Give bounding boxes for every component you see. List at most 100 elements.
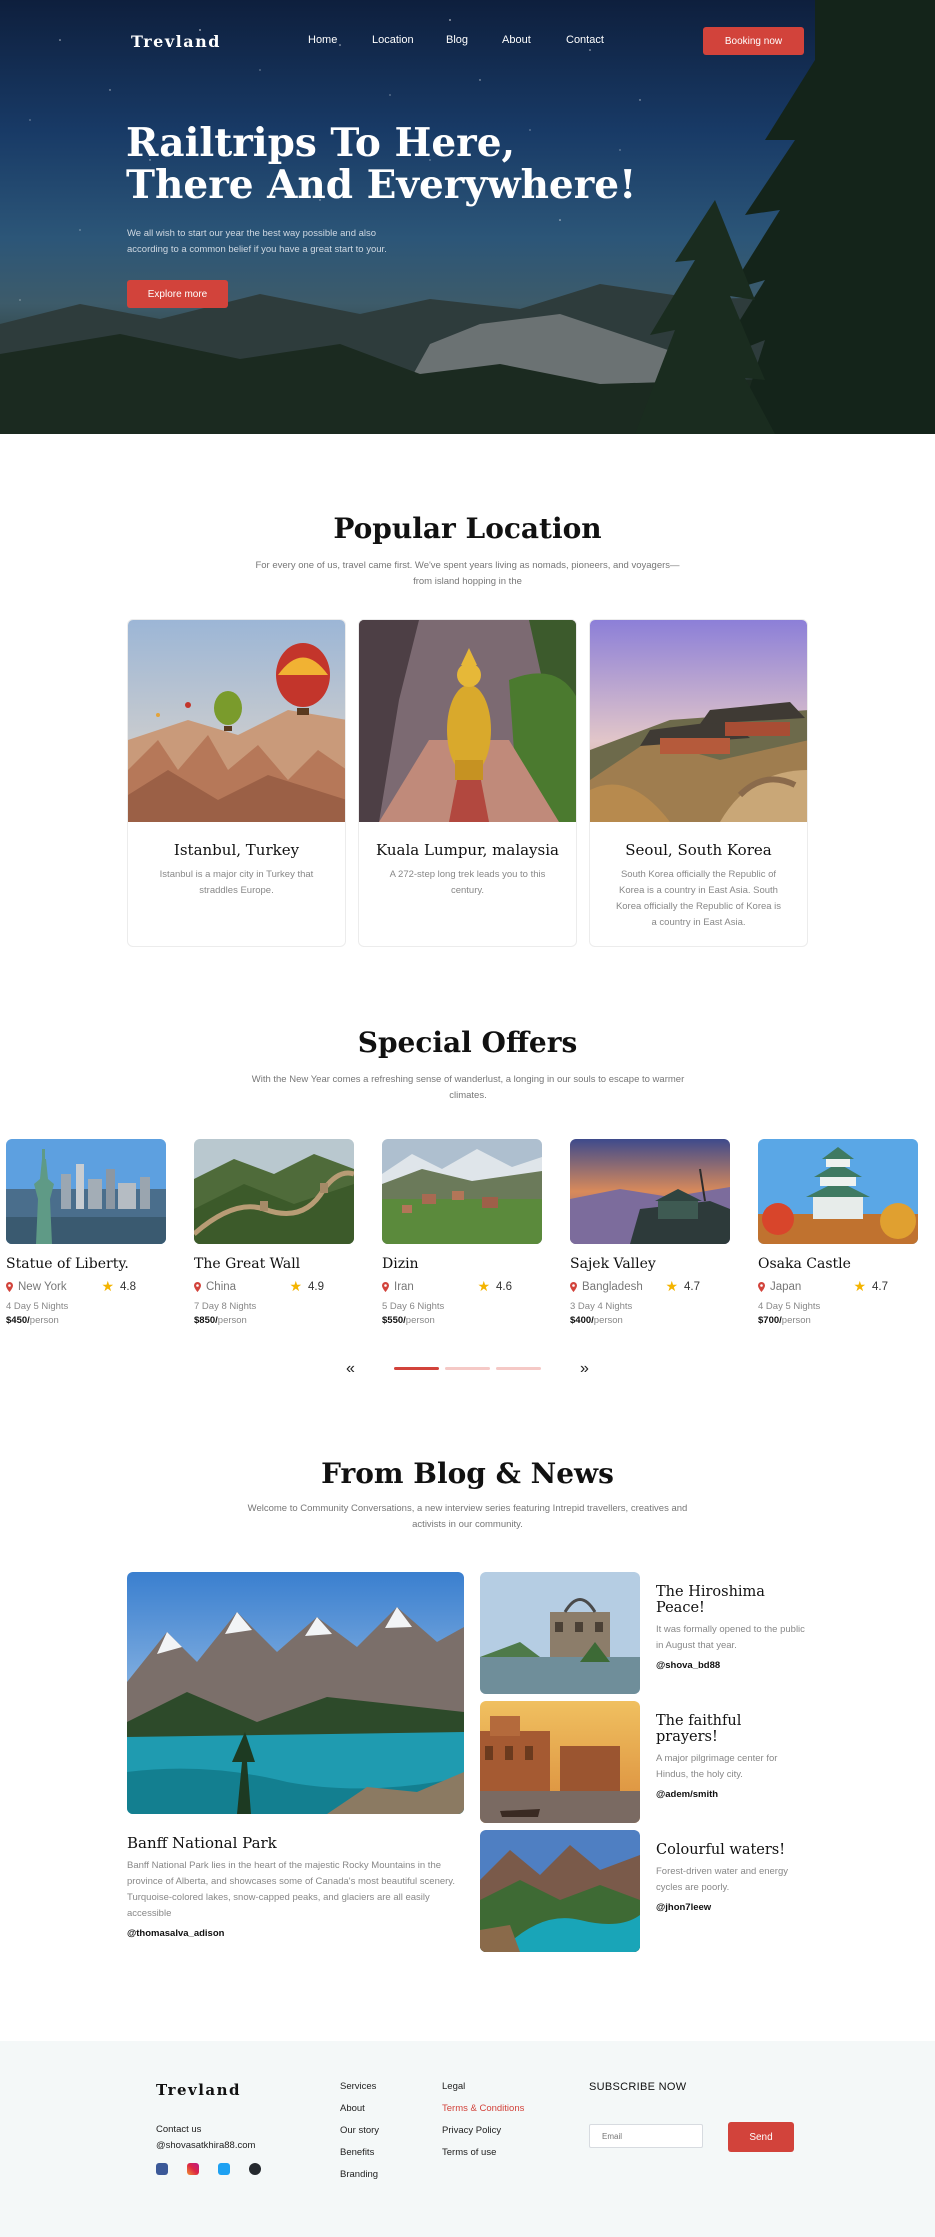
footer-link-terms-of-use[interactable]: Terms of use [442,2147,524,2169]
location-card-kuala-lumpur[interactable]: Kuala Lumpur, malaysia A 272-step long t… [358,619,577,947]
varanasi-ghats-image [480,1701,640,1823]
nav-link-home[interactable]: Home [308,34,337,46]
offer-rating: 4.8 [120,1280,136,1293]
offer-price-amount: $850/ [194,1315,218,1326]
blog-post-author[interactable]: @jhon7leew [656,1902,806,1913]
offer-card-dizin[interactable]: Dizin Iran ★ 4.6 5 Day 6 Nights $550/pers… [382,1139,542,1326]
star-icon: ★ [289,1278,302,1294]
footer-brand-logo[interactable]: Trevland [156,2081,241,2099]
nav-link-about[interactable]: About [502,34,531,46]
nav-link-contact[interactable]: Contact [566,34,604,46]
github-icon[interactable] [249,2163,261,2175]
offer-location: Japan [770,1280,802,1293]
offer-price-unit: person [217,1315,247,1326]
hiroshima-dome-image [480,1572,640,1694]
offer-card-statue-of-liberty[interactable]: Statue of Liberty. New York ★ 4.8 4 Day 5… [6,1139,166,1326]
offer-rating: 4.6 [496,1280,512,1293]
footer-link-terms-conditions[interactable]: Terms & Conditions [442,2103,524,2125]
offer-location-rating: New York ★ 4.8 [6,1278,166,1295]
blog-featured-post[interactable]: Banff National Park Banff National Park … [127,1572,464,1939]
brand-logo[interactable]: Trevland [131,32,221,51]
offer-card-osaka-castle[interactable]: Osaka Castle Japan ★ 4.7 4 Day 5 Nights $… [758,1139,918,1326]
facebook-icon[interactable] [156,2163,168,2175]
twitter-icon[interactable] [218,2163,230,2175]
sajek-valley-image [570,1139,730,1244]
offer-price-amount: $400/ [570,1315,594,1326]
pagination-dot-active[interactable] [394,1367,439,1370]
footer-link-privacy-policy[interactable]: Privacy Policy [442,2125,524,2147]
location-pin-icon [194,1281,201,1292]
blog-post-title[interactable]: The Hiroshima Peace! [656,1584,806,1616]
location-description: South Korea officially the Republic of K… [615,869,782,928]
footer-link-our-story[interactable]: Our story [340,2125,379,2147]
offer-location-rating: Bangladesh ★ 4.7 [570,1278,730,1295]
footer-link-benefits[interactable]: Benefits [340,2147,379,2169]
offer-location: China [206,1280,237,1293]
blog-post-title[interactable]: The faithful prayers! [656,1713,806,1745]
offer-price-amount: $700/ [758,1315,782,1326]
prev-arrow-button[interactable]: « [346,1360,355,1378]
contact-email[interactable]: @shovasatkhira88.com [156,2138,255,2154]
offer-card-great-wall[interactable]: The Great Wall China ★ 4.9 7 Day 8 Nights… [194,1139,354,1326]
popular-location-subtitle: For every one of us, travel came first. … [255,560,680,587]
next-arrow-button[interactable]: » [580,1360,589,1378]
blog-post-author[interactable]: @adem/smith [656,1789,806,1800]
footer-contact: Contact us @shovasatkhira88.com [156,2122,255,2154]
location-card-seoul[interactable]: Seoul, South Korea South Korea officiall… [589,619,808,947]
featured-post-author[interactable]: @thomasalva_adison [127,1928,464,1939]
offer-duration: 3 Day 4 Nights [570,1301,633,1312]
blog-post-waters[interactable]: Colourful waters! Forest-driven water an… [480,1830,810,1952]
offer-location-rating: Iran ★ 4.6 [382,1278,542,1295]
blog-post-prayers[interactable]: The faithful prayers! A major pilgrimage… [480,1701,810,1823]
offer-price-amount: $450/ [6,1315,30,1326]
statue-of-liberty-image [6,1139,166,1244]
booking-button[interactable]: Booking now [703,27,804,55]
location-card-istanbul[interactable]: Istanbul, Turkey Istanbul is a major cit… [127,619,346,947]
offer-location-rating: Japan ★ 4.7 [758,1278,918,1295]
offer-location-rating: China ★ 4.9 [194,1278,354,1295]
pagination-dot[interactable] [496,1367,541,1370]
subscribe-email-input[interactable] [589,2124,703,2148]
istanbul-balloons-image [128,620,345,822]
mountain-lake-image [480,1830,640,1952]
top-navigation: Trevland Home Location Blog About Contac… [0,26,935,56]
location-pin-icon [570,1281,577,1292]
blog-post-description: Forest-driven water and energy cycles ar… [656,1866,789,1893]
subscribe-send-button[interactable]: Send [728,2122,794,2152]
explore-more-button[interactable]: Explore more [127,280,228,308]
blog-post-title[interactable]: Colourful waters! [656,1842,806,1858]
offers-pagination: « » [0,1360,935,1380]
nav-link-location[interactable]: Location [372,34,414,46]
great-wall-image [194,1139,354,1244]
footer-links-column-1: Services About Our story Benefits Brandi… [340,2081,379,2191]
blog-post-author[interactable]: @shova_bd88 [656,1660,806,1671]
featured-post-description: Banff National Park lies in the heart of… [127,1860,455,1919]
blog-post-hiroshima[interactable]: The Hiroshima Peace! It was formally ope… [480,1572,810,1694]
footer-link-legal[interactable]: Legal [442,2081,524,2103]
popular-location-title: Popular Location [333,512,602,545]
offer-price-amount: $550/ [382,1315,406,1326]
special-offers-title: Special Offers [357,1026,578,1059]
hero-title-line1: Railtrips To Here, [126,120,516,166]
footer-link-services[interactable]: Services [340,2081,379,2103]
footer-links-column-2: Legal Terms & Conditions Privacy Policy … [442,2081,524,2169]
offer-name: Dizin [382,1256,419,1272]
instagram-icon[interactable] [187,2163,199,2175]
blog-post-description: It was formally opened to the public in … [656,1624,805,1651]
footer-link-branding[interactable]: Branding [340,2169,379,2191]
batu-caves-statue-image [359,620,576,822]
pagination-dot[interactable] [445,1367,490,1370]
offer-location: Iran [394,1280,414,1293]
footer-link-about[interactable]: About [340,2103,379,2125]
offer-name: Osaka Castle [758,1256,851,1272]
offer-duration: 7 Day 8 Nights [194,1301,257,1312]
offer-card-sajek-valley[interactable]: Sajek Valley Bangladesh ★ 4.7 3 Day 4 Nig… [570,1139,730,1326]
nav-link-blog[interactable]: Blog [446,34,468,46]
social-links [156,2163,261,2175]
hero-subtitle: We all wish to start our year the best w… [127,228,387,255]
location-name: Istanbul, Turkey [173,841,300,859]
offer-price: $550/person [382,1315,542,1326]
location-name: Seoul, South Korea [625,841,772,859]
offer-price-unit: person [593,1315,623,1326]
featured-post-title[interactable]: Banff National Park [127,1834,464,1852]
